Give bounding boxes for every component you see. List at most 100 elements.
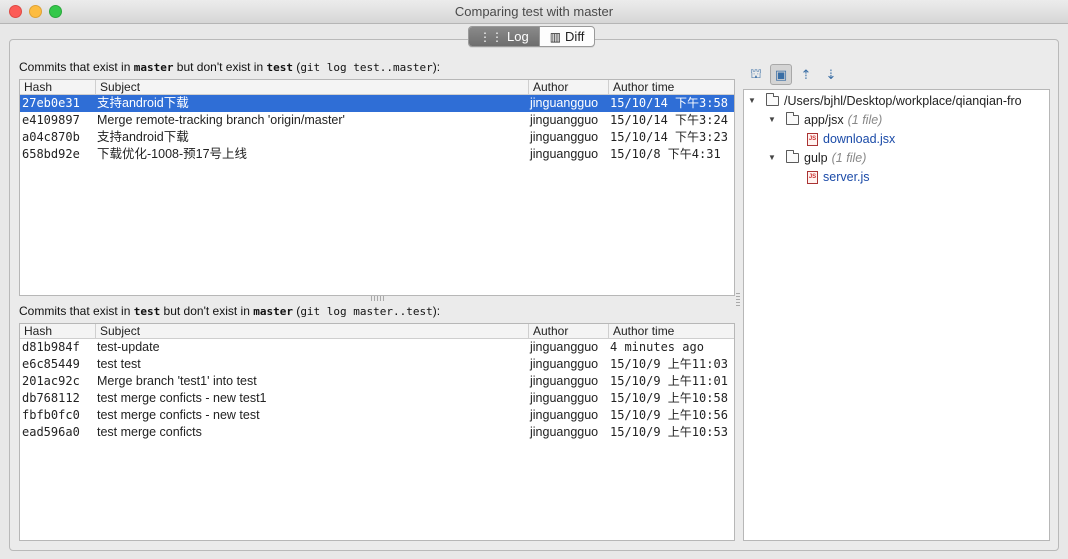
commit-author: jinguangguo bbox=[530, 130, 599, 144]
title-bar: Comparing test with master bbox=[0, 0, 1068, 24]
caption-branch: test bbox=[133, 305, 161, 318]
caption-text: but don't exist in bbox=[173, 60, 267, 74]
table-row[interactable]: ead596a0 test merge conficts jinguangguo 15… bbox=[20, 424, 734, 441]
commit-time: 15/10/8 下午4:31 bbox=[610, 147, 721, 161]
tree-node-folder[interactable]: ▼ gulp (1 file) bbox=[768, 149, 866, 167]
caption-command: git log master..test bbox=[300, 305, 433, 318]
caption-text: ): bbox=[432, 60, 441, 74]
jsx-file-icon: JS bbox=[807, 132, 818, 146]
commit-author: jinguangguo bbox=[530, 374, 599, 388]
table-row[interactable]: db768112 test merge conficts - new test1 j… bbox=[20, 390, 734, 407]
commit-author: jinguangguo bbox=[530, 113, 599, 127]
log-icon: ⋮⋮ bbox=[479, 29, 503, 44]
column-header-author[interactable]: Author bbox=[529, 324, 609, 338]
table-row[interactable]: 201ac92c Merge branch 'test1' into test ji… bbox=[20, 373, 734, 390]
caption-text: ): bbox=[432, 304, 441, 318]
caption-branch: test bbox=[266, 61, 293, 74]
commit-author: jinguangguo bbox=[530, 425, 599, 439]
column-header-hash[interactable]: Hash bbox=[20, 324, 96, 338]
chevron-down-icon[interactable]: ▼ bbox=[768, 111, 778, 129]
table-row[interactable]: 658bd92e 下载优化-1008-预17号上线 jinguangguo 15/10… bbox=[20, 146, 734, 163]
tree-node-folder[interactable]: ▼ app/jsx (1 file) bbox=[768, 111, 882, 129]
table-row[interactable]: a04c870b 支持android下载 jinguangguo 15/10/14 下… bbox=[20, 129, 734, 146]
table-body: 27eb0e31 支持android下载 jinguangguo 15/10/14 下… bbox=[20, 95, 734, 163]
commit-subject: test merge conficts bbox=[97, 425, 202, 439]
column-header-subject[interactable]: Subject bbox=[96, 80, 529, 94]
commit-time: 15/10/9 上午10:53 bbox=[610, 425, 728, 439]
tree-node-file[interactable]: JS server.js bbox=[807, 168, 870, 186]
caption-text: but don't exist in bbox=[160, 304, 254, 318]
column-header-subject[interactable]: Subject bbox=[96, 324, 529, 338]
commit-subject: Merge branch 'test1' into test bbox=[97, 374, 257, 388]
tab-diff[interactable]: ▥ Diff bbox=[538, 27, 595, 46]
tree-node-label: gulp bbox=[804, 151, 828, 165]
caption-text: Commits that exist in bbox=[19, 304, 134, 318]
chevron-down-icon[interactable]: ▼ bbox=[768, 149, 778, 167]
vertical-splitter-handle[interactable] bbox=[736, 293, 740, 307]
tree-node-file[interactable]: JS download.jsx bbox=[807, 130, 895, 148]
column-header-author-time[interactable]: Author time bbox=[609, 324, 734, 338]
view-switcher: ⋮⋮ Log ▥ Diff bbox=[468, 26, 596, 47]
commit-hash: e6c85449 bbox=[22, 357, 80, 371]
commit-hash: 658bd92e bbox=[22, 147, 80, 161]
table-row[interactable]: 27eb0e31 支持android下载 jinguangguo 15/10/14 下… bbox=[20, 95, 734, 112]
commit-author: jinguangguo bbox=[530, 391, 599, 405]
folder-icon bbox=[786, 112, 799, 125]
folder-icon bbox=[766, 93, 779, 106]
commit-hash: a04c870b bbox=[22, 130, 80, 144]
master-only-commits-table: Hash Subject Author Author time 27eb0e31… bbox=[19, 79, 735, 296]
table-row[interactable]: e6c85449 test test jinguangguo 15/10/9 上午11… bbox=[20, 356, 734, 373]
tree-node-label: app/jsx bbox=[804, 113, 844, 127]
tab-log-label: Log bbox=[507, 29, 529, 44]
file-count: (1 file) bbox=[831, 151, 867, 165]
changes-toolbar: ⛫ ▣ ⇡ ⇣ bbox=[745, 64, 842, 86]
table-row[interactable]: fbfb0fc0 test merge conficts - new test ji… bbox=[20, 407, 734, 424]
tree-node-label: /Users/bjhl/Desktop/workplace/qianqian-f… bbox=[784, 94, 1022, 108]
commit-author: jinguangguo bbox=[530, 96, 599, 110]
commit-hash: fbfb0fc0 bbox=[22, 408, 80, 422]
commit-author: jinguangguo bbox=[530, 408, 599, 422]
folder-icon bbox=[786, 150, 799, 163]
commit-subject: 下载优化-1008-预17号上线 bbox=[97, 147, 248, 161]
commit-subject: test merge conficts - new test bbox=[97, 408, 260, 422]
commit-time: 4 minutes ago bbox=[610, 340, 704, 354]
js-file-icon: JS bbox=[807, 170, 818, 184]
table-body: d81b984f test-update jinguangguo 4 minutes … bbox=[20, 339, 734, 441]
window-title: Comparing test with master bbox=[454, 4, 614, 19]
commit-hash: e4109897 bbox=[22, 113, 80, 127]
caption-text: Commits that exist in bbox=[19, 60, 134, 74]
commit-hash: d81b984f bbox=[22, 340, 80, 354]
commit-subject: test merge conficts - new test1 bbox=[97, 391, 267, 405]
table-row[interactable]: d81b984f test-update jinguangguo 4 minutes … bbox=[20, 339, 734, 356]
commit-hash: ead596a0 bbox=[22, 425, 80, 439]
caption-branch: master bbox=[253, 305, 293, 318]
commit-subject: 支持android下载 bbox=[97, 96, 189, 110]
table-header: Hash Subject Author Author time bbox=[20, 80, 734, 95]
changed-files-tree: ▼ /Users/bjhl/Desktop/workplace/qianqian… bbox=[743, 89, 1050, 541]
group-by-directory-icon[interactable]: ▣ bbox=[770, 64, 792, 85]
commit-hash: db768112 bbox=[22, 391, 80, 405]
top-table-caption: Commits that exist in master but don't e… bbox=[19, 60, 440, 74]
caption-branch: master bbox=[133, 61, 174, 74]
commit-time: 15/10/14 下午3:24 bbox=[610, 113, 728, 127]
chevron-down-icon[interactable]: ▼ bbox=[748, 92, 758, 110]
file-count: (1 file) bbox=[847, 113, 883, 127]
group-by-module-icon[interactable]: ⛫ bbox=[745, 64, 767, 85]
commit-author: jinguangguo bbox=[530, 340, 599, 354]
test-only-commits-table: Hash Subject Author Author time d81b984f… bbox=[19, 323, 735, 541]
tab-log[interactable]: ⋮⋮ Log bbox=[469, 27, 539, 46]
collapse-all-icon[interactable]: ⇣ bbox=[820, 64, 842, 85]
table-header: Hash Subject Author Author time bbox=[20, 324, 734, 339]
column-header-author[interactable]: Author bbox=[529, 80, 609, 94]
commit-subject: test-update bbox=[97, 340, 160, 354]
column-header-hash[interactable]: Hash bbox=[20, 80, 96, 94]
tree-node-root[interactable]: ▼ /Users/bjhl/Desktop/workplace/qianqian… bbox=[748, 92, 1022, 110]
expand-all-icon[interactable]: ⇡ bbox=[795, 64, 817, 85]
column-header-author-time[interactable]: Author time bbox=[609, 80, 734, 94]
table-row[interactable]: e4109897 Merge remote-tracking branch 'or… bbox=[20, 112, 734, 129]
commit-time: 15/10/14 下午3:58 bbox=[610, 96, 728, 110]
commit-time: 15/10/9 上午11:01 bbox=[610, 374, 728, 388]
horizontal-splitter-handle[interactable] bbox=[371, 296, 385, 301]
diff-icon: ▥ bbox=[549, 29, 562, 44]
tab-diff-label: Diff bbox=[565, 29, 585, 44]
